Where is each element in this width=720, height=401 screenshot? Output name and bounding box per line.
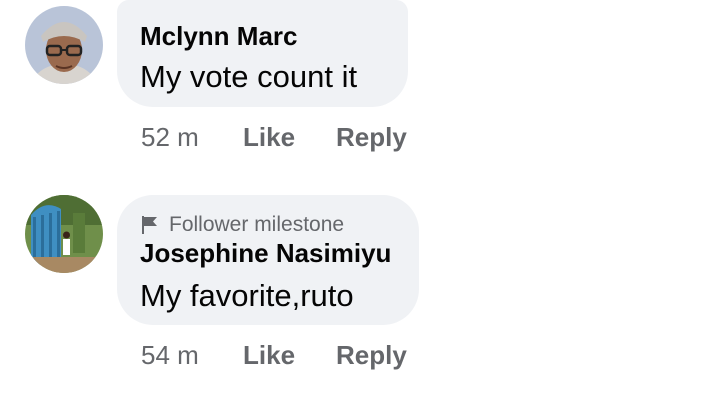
avatar[interactable] xyxy=(25,195,103,273)
flag-icon xyxy=(142,216,157,234)
comment-2: Follower milestone Josephine Nasimiyu My… xyxy=(0,0,720,401)
badge-label: Follower milestone xyxy=(169,213,345,236)
reply-button[interactable]: Reply xyxy=(336,340,407,371)
comment-actions: 54 m Like Reply xyxy=(141,340,441,374)
follower-milestone-badge: Follower milestone xyxy=(140,213,344,237)
comment-text: My favorite,ruto xyxy=(140,278,354,313)
comment-time[interactable]: 54 m xyxy=(141,340,199,371)
comment-author[interactable]: Josephine Nasimiyu xyxy=(140,238,391,269)
outdoor-gate-photo-avatar-icon xyxy=(25,195,103,273)
like-button[interactable]: Like xyxy=(243,340,295,371)
